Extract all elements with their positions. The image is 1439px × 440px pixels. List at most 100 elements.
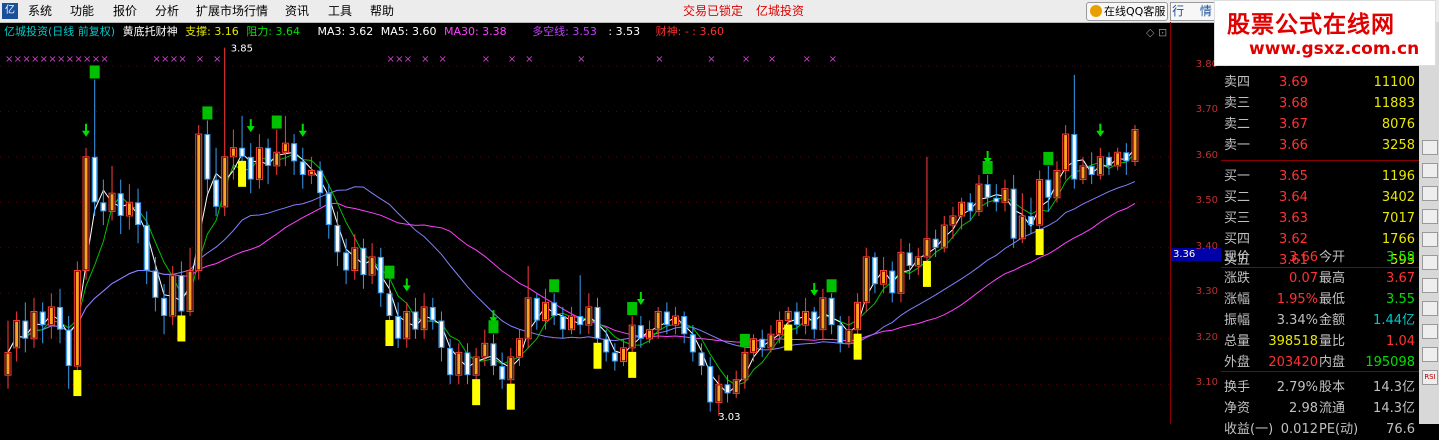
trade-locked-notice[interactable]: 交易已锁定: [683, 0, 743, 22]
green-signal-box: [739, 333, 750, 347]
tool-icon[interactable]: [1422, 347, 1438, 362]
yellow-support-bar: [385, 320, 394, 347]
menu-info[interactable]: 资讯: [285, 0, 309, 22]
candle-core: [171, 276, 175, 316]
candle-core: [266, 148, 270, 165]
menu-function[interactable]: 功能: [70, 0, 94, 22]
green-signal-box: [89, 65, 100, 79]
ask-row: 卖一 3.66 3258: [1221, 136, 1417, 156]
list-icon[interactable]: [1422, 232, 1438, 247]
kline-chart[interactable]: × × × × × × × × × × × × × × × × × × × × × × × × × × × × × × × × × 3.853.…: [0, 22, 1170, 424]
menu-quote[interactable]: 报价: [113, 0, 137, 22]
quote-label: 内盘: [1319, 355, 1346, 370]
candle-core: [405, 312, 409, 338]
candle-core: [1107, 157, 1111, 165]
candle-core: [596, 307, 600, 338]
bar-icon[interactable]: [1422, 255, 1438, 270]
x-signal-mark: ×: [213, 54, 221, 65]
rsi-button[interactable]: RSI: [1422, 370, 1438, 385]
online-qq-service-button[interactable]: 在线QQ客服: [1086, 2, 1168, 21]
quote-row: 净资 2.98 流通 14.3亿: [1221, 399, 1417, 419]
candle-core: [283, 144, 287, 152]
green-signal-box: [488, 320, 499, 334]
buy-arrow-head: [402, 285, 411, 292]
candle-core: [804, 312, 808, 325]
candle-core: [1090, 166, 1094, 175]
candle-core: [93, 157, 97, 202]
x-signal-mark: ×: [395, 54, 403, 65]
brand-notice[interactable]: 亿城投资: [756, 0, 804, 22]
news-icon[interactable]: [1422, 324, 1438, 339]
quote-button[interactable]: 行 情: [1170, 2, 1220, 21]
level-volume: 1766: [1381, 232, 1415, 247]
up-icon[interactable]: [1422, 140, 1438, 155]
low-annotation: 3.03: [718, 412, 740, 423]
quote-label: 总量: [1224, 334, 1251, 349]
x-signal-mark: ×: [152, 54, 160, 65]
x-signal-mark: ×: [829, 54, 837, 65]
quote-label: 最低: [1319, 292, 1346, 307]
yellow-support-bar: [472, 379, 481, 406]
signal-marks: × × × × × × × × × × × × × × × × × × × × × × × × × × × × × × × × ×: [5, 54, 837, 65]
candle-core: [431, 307, 435, 320]
x-signal-mark: ×: [386, 54, 394, 65]
overlays-layer: 3.85 3.03: [73, 44, 1105, 423]
green-signal-box: [271, 115, 282, 129]
candle-core: [136, 203, 140, 225]
yellow-support-bar: [1035, 229, 1044, 256]
quote-value: 2.98: [1289, 401, 1318, 416]
candle-core: [535, 298, 539, 320]
candle-core: [743, 353, 747, 379]
x-signal-mark: ×: [83, 54, 91, 65]
flow-icon[interactable]: [1422, 301, 1438, 316]
candle-core: [6, 353, 10, 375]
buy-arrow-head: [298, 130, 307, 137]
level-price: 3.69: [1279, 75, 1308, 90]
candle-core: [934, 239, 938, 247]
legend-resist-label: 阻力:: [246, 25, 273, 38]
green-signal-box: [627, 302, 638, 316]
down-icon[interactable]: [1422, 163, 1438, 178]
kline-icon[interactable]: [1422, 278, 1438, 293]
x-signal-mark: ×: [5, 54, 13, 65]
buy-arrow-head: [636, 299, 645, 306]
candle-core: [942, 226, 946, 247]
menu-analysis[interactable]: 分析: [155, 0, 179, 22]
candle-core: [413, 312, 417, 329]
buy-arrow-head: [810, 289, 819, 296]
yellow-support-bar: [784, 324, 793, 351]
candle-core: [23, 321, 27, 338]
candles-layer: [4, 47, 1139, 417]
indicator-legend: 亿城投资(日线 前复权) 黄底托财神 支撑: 3.16 阻力: 3.64 MA3…: [4, 24, 728, 40]
x-signal-mark: ×: [482, 54, 490, 65]
grid-icon[interactable]: [1422, 209, 1438, 224]
quote-value: 3.55: [1386, 292, 1415, 307]
menu-extended-market[interactable]: 扩展市场行情: [196, 0, 268, 22]
x-signal-mark: ×: [22, 54, 30, 65]
candle-core: [1081, 166, 1085, 179]
candle-core: [543, 303, 547, 320]
app-logo-icon[interactable]: 亿: [2, 3, 18, 19]
green-signal-box: [982, 161, 993, 175]
x-signal-mark: ×: [742, 54, 750, 65]
menu-system[interactable]: 系统: [28, 0, 52, 22]
candle-core: [700, 353, 704, 366]
quote-label: 外盘: [1224, 355, 1251, 370]
level-label: 买二: [1224, 190, 1251, 205]
level-volume: 7017: [1381, 211, 1415, 226]
chart-icon[interactable]: [1422, 186, 1438, 201]
yellow-support-bar: [177, 315, 186, 342]
candle-core: [448, 348, 452, 375]
menu-tools[interactable]: 工具: [328, 0, 352, 22]
quote-label: 最高: [1319, 271, 1346, 286]
candle-core: [613, 353, 617, 361]
level-label: 卖三: [1224, 96, 1251, 111]
menu-help[interactable]: 帮助: [370, 0, 394, 22]
candle-core: [1098, 157, 1102, 175]
chart-window-controls[interactable]: ◇ ⊡: [1146, 26, 1167, 39]
candle-core: [145, 226, 149, 270]
level-label: 卖一: [1224, 138, 1251, 153]
candle-core: [257, 148, 261, 179]
x-signal-mark: ×: [170, 54, 178, 65]
candle-core: [370, 257, 374, 275]
